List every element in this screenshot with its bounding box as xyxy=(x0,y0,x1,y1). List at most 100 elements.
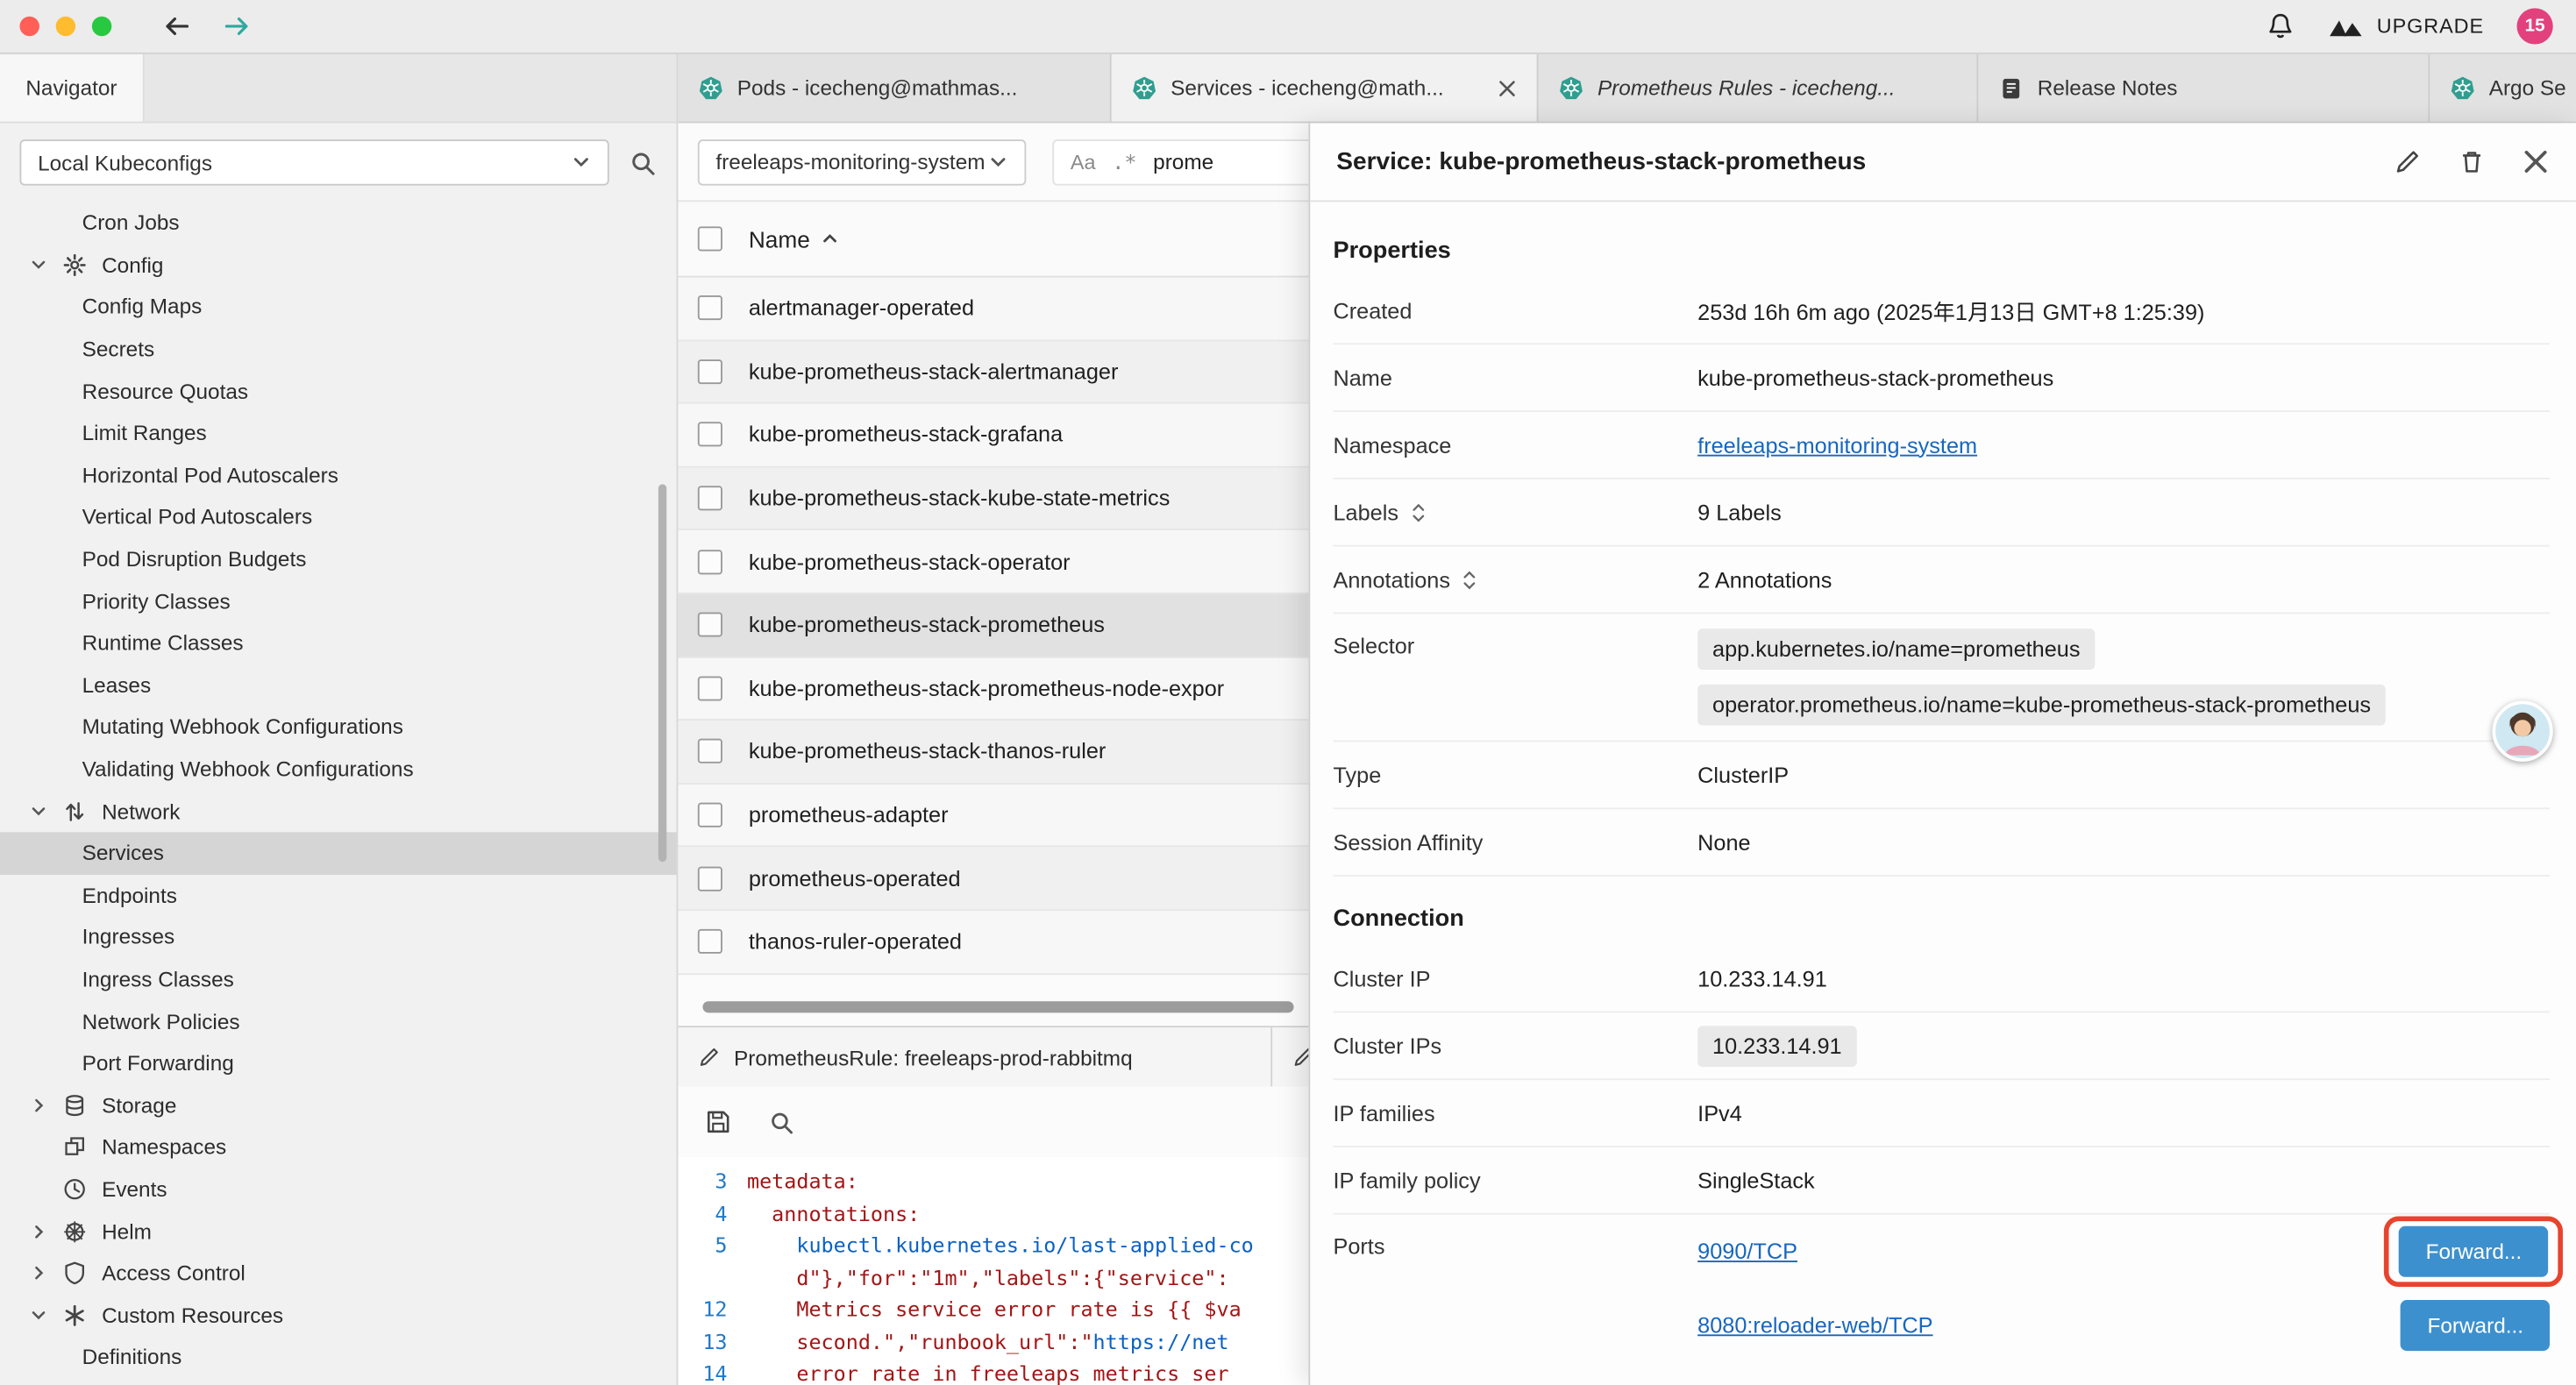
detail-label-text: Cluster IP xyxy=(1333,966,1430,991)
back-arrow-icon[interactable] xyxy=(161,13,194,39)
row-checkbox[interactable] xyxy=(698,550,722,574)
port-link[interactable]: 8080:reloader-web/TCP xyxy=(1697,1313,1932,1338)
sidebar-item-ingresses[interactable]: Ingresses xyxy=(0,916,676,958)
sidebar-item-priority-classes[interactable]: Priority Classes xyxy=(0,580,676,622)
navigator-tab[interactable]: Navigator xyxy=(0,54,145,122)
chevron-down-icon[interactable] xyxy=(30,1304,62,1325)
select-all-checkbox[interactable] xyxy=(698,226,722,251)
line-number: 3 xyxy=(678,1169,747,1194)
value-link[interactable]: freeleaps-monitoring-system xyxy=(1697,432,1977,457)
sidebar-scrollbar[interactable] xyxy=(658,484,666,862)
sidebar-item-namespaces[interactable]: Namespaces xyxy=(0,1126,676,1168)
row-checkbox[interactable] xyxy=(698,803,722,827)
sidebar-item-label: Network Policies xyxy=(82,1009,240,1033)
detail-label-text: IP families xyxy=(1333,1101,1434,1126)
horizontal-scrollbar[interactable] xyxy=(702,1001,1293,1012)
chevron-right-icon[interactable] xyxy=(30,1095,62,1116)
sidebar-item-endpoints[interactable]: Endpoints xyxy=(0,874,676,916)
search-icon[interactable] xyxy=(629,148,657,176)
sidebar-item-port-forwarding[interactable]: Port Forwarding xyxy=(0,1042,676,1084)
upgrade-button[interactable]: UPGRADE xyxy=(2328,15,2485,38)
row-checkbox[interactable] xyxy=(698,929,722,954)
line-code: annotations: xyxy=(747,1201,920,1225)
chevron-right-icon[interactable] xyxy=(30,1220,62,1241)
name-column-header[interactable]: Name xyxy=(749,225,840,252)
close-icon[interactable] xyxy=(2522,148,2550,176)
sidebar-item-limit-ranges[interactable]: Limit Ranges xyxy=(0,412,676,454)
sidebar-item-leases[interactable]: Leases xyxy=(0,664,676,706)
sidebar-item-definitions[interactable]: Definitions xyxy=(0,1336,676,1378)
sidebar-item-label: Resource Quotas xyxy=(82,379,248,403)
sidebar-item-config[interactable]: Config xyxy=(0,244,676,286)
sidebar-item-runtime-classes[interactable]: Runtime Classes xyxy=(0,622,676,664)
sidebar-item-mutating-webhook-configurations[interactable]: Mutating Webhook Configurations xyxy=(0,706,676,748)
sort-toggle-icon[interactable] xyxy=(1462,567,1478,592)
sidebar-item-custom-resources[interactable]: Custom Resources xyxy=(0,1294,676,1336)
row-checkbox[interactable] xyxy=(698,296,722,321)
user-avatar[interactable] xyxy=(2492,701,2552,762)
sidebar-item-resource-quotas[interactable]: Resource Quotas xyxy=(0,370,676,412)
match-case-toggle[interactable]: Aa xyxy=(1071,150,1096,173)
chevron-right-icon xyxy=(30,1222,48,1240)
chevron-right-icon[interactable] xyxy=(30,1262,62,1283)
row-checkbox[interactable] xyxy=(698,739,722,764)
sidebar-item-events[interactable]: Events xyxy=(0,1168,676,1211)
port-forward-button[interactable]: Forward... xyxy=(2400,1226,2548,1277)
namespace-select[interactable]: freeleaps-monitoring-system xyxy=(698,138,1027,184)
regex-toggle[interactable]: .* xyxy=(1112,149,1136,174)
sidebar-item-network[interactable]: Network xyxy=(0,790,676,832)
sort-toggle-icon[interactable] xyxy=(1410,500,1427,524)
detail-label-text: Ports xyxy=(1333,1234,1384,1259)
tab-argo-se[interactable]: Argo Se xyxy=(2430,54,2576,122)
search-input[interactable] xyxy=(1153,149,1271,174)
tab-services-icecheng-math[interactable]: Services - icecheng@math... xyxy=(1112,54,1539,122)
sidebar-item-label: Config xyxy=(102,252,163,277)
sidebar-item-secrets[interactable]: Secrets xyxy=(0,328,676,370)
sidebar-item-storage[interactable]: Storage xyxy=(0,1084,676,1126)
shield-icon xyxy=(62,1261,87,1285)
sidebar-item-cron-jobs[interactable]: Cron Jobs xyxy=(0,202,676,244)
window-minimize-button[interactable] xyxy=(56,17,75,36)
edit-icon[interactable] xyxy=(2394,148,2422,176)
sidebar-item-services[interactable]: Services xyxy=(0,832,676,874)
chevron-down-icon[interactable] xyxy=(30,800,62,821)
window-close-button[interactable] xyxy=(19,17,39,36)
sidebar-item-pod-disruption-budgets[interactable]: Pod Disruption Budgets xyxy=(0,538,676,580)
database-icon xyxy=(62,1093,87,1118)
sidebar-item-label: Storage xyxy=(102,1093,176,1118)
close-tab-icon[interactable] xyxy=(1498,78,1517,97)
line-number: 14 xyxy=(678,1361,747,1385)
dock-tab-prometheusrule[interactable]: PrometheusRule: freeleaps-prod-rabbitmq xyxy=(678,1027,1272,1086)
row-checkbox[interactable] xyxy=(698,866,722,891)
sidebar-item-access-control[interactable]: Access Control xyxy=(0,1252,676,1294)
delete-icon[interactable] xyxy=(2458,148,2486,176)
sidebar-item-vertical-pod-autoscalers[interactable]: Vertical Pod Autoscalers xyxy=(0,496,676,538)
sidebar-item-config-maps[interactable]: Config Maps xyxy=(0,286,676,328)
editor-search-icon[interactable] xyxy=(768,1109,794,1135)
sidebar-item-ingress-classes[interactable]: Ingress Classes xyxy=(0,958,676,1000)
port-forward-button[interactable]: Forward... xyxy=(2402,1300,2550,1351)
kubeconfig-select[interactable]: Local Kubeconfigs xyxy=(19,139,608,185)
service-name: kube-prometheus-stack-alertmanager xyxy=(749,359,1119,384)
tab-prometheus-rules-icecheng[interactable]: Prometheus Rules - icecheng... xyxy=(1539,54,1979,122)
sidebar-item-label: Ingress Classes xyxy=(82,967,234,991)
sidebar-item-horizontal-pod-autoscalers[interactable]: Horizontal Pod Autoscalers xyxy=(0,454,676,496)
tab-release-notes[interactable]: Release Notes xyxy=(1978,54,2430,122)
sidebar-item-validating-webhook-configurations[interactable]: Validating Webhook Configurations xyxy=(0,748,676,790)
sidebar-item-network-policies[interactable]: Network Policies xyxy=(0,1000,676,1042)
port-link[interactable]: 9090/TCP xyxy=(1697,1239,1797,1264)
row-checkbox[interactable] xyxy=(698,486,722,510)
detail-label: Ports xyxy=(1333,1215,1697,1260)
sidebar-item-helm[interactable]: Helm xyxy=(0,1211,676,1253)
save-icon[interactable] xyxy=(704,1108,732,1136)
chevron-down-icon[interactable] xyxy=(30,254,62,275)
bell-icon[interactable] xyxy=(2265,11,2295,41)
window-zoom-button[interactable] xyxy=(92,17,111,36)
notification-badge[interactable]: 15 xyxy=(2517,8,2553,44)
row-checkbox[interactable] xyxy=(698,613,722,637)
tab-pods-icecheng-mathmas[interactable]: Pods - icecheng@mathmas... xyxy=(678,54,1111,122)
forward-arrow-icon[interactable] xyxy=(220,13,253,39)
row-checkbox[interactable] xyxy=(698,676,722,700)
row-checkbox[interactable] xyxy=(698,359,722,384)
row-checkbox[interactable] xyxy=(698,423,722,447)
